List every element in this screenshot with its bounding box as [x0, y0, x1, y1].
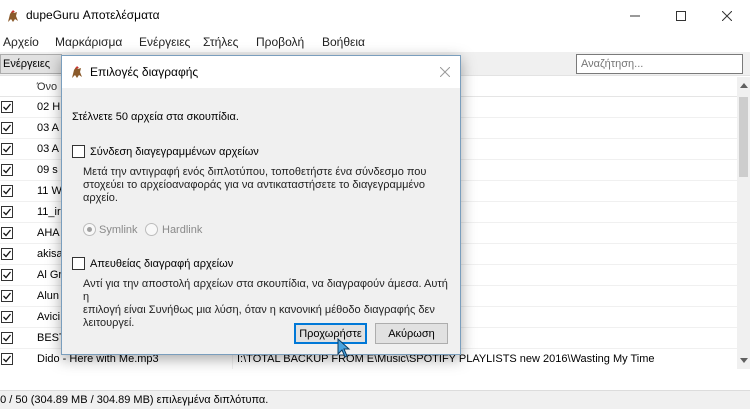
cell-name: Alun [37, 290, 60, 302]
dialog-message: Στέλνετε 50 αρχεία στα σκουπίδια. [72, 111, 239, 123]
minimize-icon [630, 15, 640, 16]
status-bar: 50 / 50 (304.89 MB / 304.89 MB) επιλεγμέ… [0, 390, 750, 409]
symlink-label: Symlink [99, 224, 138, 236]
hardlink-label: Hardlink [162, 224, 203, 236]
link-deleted-label: Σύνδεση διαγεγραμμένων αρχείων [90, 146, 259, 158]
menu-columns[interactable]: Στήλες [203, 35, 238, 49]
title-bar: dupeGuru Αποτελέσματα [0, 0, 750, 31]
minimize-button[interactable] [612, 0, 658, 31]
dialog-title: Επιλογές διαγραφής [90, 65, 199, 79]
row-checkbox[interactable] [1, 269, 13, 281]
dialog-title-bar: Επιλογές διαγραφής [62, 56, 460, 88]
checkmark-icon [3, 187, 12, 195]
delete-options-dialog: Επιλογές διαγραφής Στέλνετε 50 αρχεία στ… [61, 55, 461, 355]
cell-name: 11_ir [37, 206, 61, 218]
row-checkbox[interactable] [1, 290, 13, 302]
cell-name: 03 A [37, 143, 60, 155]
window-title: dupeGuru Αποτελέσματα [26, 8, 160, 22]
close-icon [440, 67, 450, 77]
checkmark-icon [3, 292, 12, 300]
cell-name: Avici [37, 311, 61, 323]
checkmark-icon [3, 103, 12, 111]
actions-label: Ενέργειες [3, 58, 51, 70]
scrollbar-thumb[interactable] [739, 97, 748, 177]
cell-name: 11 W [37, 185, 62, 197]
cell-name: AHA [37, 227, 60, 239]
link-deleted-checkbox[interactable] [72, 145, 85, 158]
column-header-name[interactable]: Όνο [37, 81, 57, 93]
checkmark-icon [3, 145, 12, 153]
checkmark-icon [3, 166, 12, 174]
row-checkbox[interactable] [1, 122, 13, 134]
scroll-down-icon[interactable] [737, 354, 750, 367]
vertical-scrollbar[interactable] [737, 77, 750, 369]
checkmark-icon [3, 334, 12, 342]
row-checkbox[interactable] [1, 311, 13, 323]
direct-delete-checkbox[interactable] [72, 257, 85, 270]
checkmark-icon [3, 208, 12, 216]
row-checkbox[interactable] [1, 164, 13, 176]
status-text: 50 / 50 (304.89 MB / 304.89 MB) επιλεγμέ… [0, 394, 269, 406]
link-deleted-description: Μετά την αντιγραφή ενός διπλοτύπου, τοπο… [83, 166, 427, 204]
maximize-icon [676, 10, 686, 21]
menu-bar: Αρχείο Μαρκάρισμα Ενέργειες Στήλες Προβο… [0, 31, 750, 52]
row-checkbox[interactable] [1, 227, 13, 239]
scroll-up-icon[interactable] [737, 79, 750, 92]
menu-view[interactable]: Προβολή [256, 35, 304, 49]
cell-name: 09 s [37, 164, 58, 176]
mouse-pointer-icon [337, 338, 351, 358]
row-checkbox[interactable] [1, 248, 13, 260]
row-checkbox[interactable] [1, 332, 13, 344]
proceed-button[interactable]: Προχωρήστε [294, 323, 367, 344]
actions-button[interactable]: Ενέργειες [0, 54, 62, 74]
direct-delete-label: Απευθείας διαγραφή αρχείων [90, 258, 234, 270]
cell-name: 03 A [37, 122, 60, 134]
checkmark-icon [3, 124, 12, 132]
close-button[interactable] [704, 0, 750, 31]
row-checkbox[interactable] [1, 143, 13, 155]
dupeguru-icon [8, 10, 18, 22]
cancel-button[interactable]: Ακύρωση [375, 323, 448, 344]
maximize-button[interactable] [658, 0, 704, 31]
checkmark-icon [3, 229, 12, 237]
row-checkbox[interactable] [1, 206, 13, 218]
row-checkbox[interactable] [1, 185, 13, 197]
cell-name: akisa [37, 248, 63, 260]
hardlink-radio[interactable] [145, 223, 158, 236]
dialog-close-button[interactable] [436, 63, 454, 81]
row-checkbox[interactable] [1, 101, 13, 113]
close-icon [722, 10, 732, 21]
dupeguru-icon [72, 66, 82, 78]
symlink-radio[interactable] [83, 223, 96, 236]
menu-help[interactable]: Βοήθεια [322, 35, 365, 49]
checkmark-icon [3, 271, 12, 279]
checkmark-icon [3, 250, 12, 258]
checkmark-icon [3, 355, 12, 363]
search-input[interactable] [576, 54, 743, 74]
menu-file[interactable]: Αρχείο [3, 35, 39, 49]
checkmark-icon [3, 313, 12, 321]
cell-name: Al Gr [37, 269, 63, 281]
cell-name: 02 H [37, 101, 61, 113]
menu-actions[interactable]: Ενέργειες [139, 35, 190, 49]
menu-mark[interactable]: Μαρκάρισμα [55, 35, 122, 49]
row-checkbox[interactable] [1, 353, 13, 365]
